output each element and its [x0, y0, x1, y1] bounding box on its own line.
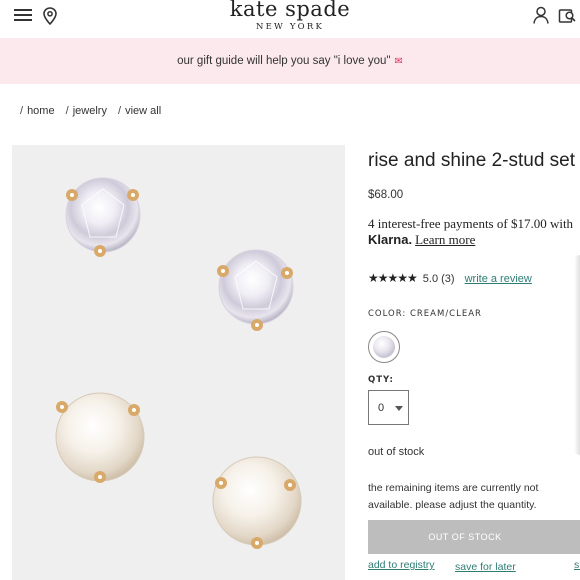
pearl-stud-1 [55, 392, 145, 483]
breadcrumb-view-all[interactable]: view all [125, 105, 161, 117]
klarna-logo: Klarna. [368, 232, 413, 247]
crystal-stud-2 [217, 249, 294, 331]
promo-banner[interactable]: our gift guide will help you say "i love… [0, 38, 580, 84]
crystal-stud-1 [65, 177, 141, 257]
side-panel-edge [574, 255, 580, 455]
promo-text: our gift guide will help you say "i love… [177, 55, 391, 67]
brand-subtitle: NEW YORK [255, 22, 324, 32]
product-rating: ★★★★★ 5.0 (3) write a review [368, 271, 532, 285]
breadcrumb: / home / jewelry / view all [20, 105, 162, 117]
swatch-crystal-icon [373, 336, 395, 358]
love-letter-icon: ✉ [394, 56, 403, 67]
shopping-bag-icon[interactable] [558, 6, 576, 24]
product-image[interactable] [12, 145, 345, 580]
klarna-text: 4 interest-free payments of $17.00 with [368, 216, 574, 231]
add-to-registry-link[interactable]: add to registry [368, 559, 435, 571]
secondary-actions: add to registry save for later sh [368, 559, 580, 573]
product-title: rise and shine 2-stud set [368, 150, 576, 171]
earrings-photo [55, 177, 302, 549]
breadcrumb-home[interactable]: home [27, 105, 55, 117]
breadcrumb-jewelry[interactable]: jewelry [73, 105, 107, 117]
color-label: COLOR: CREAM/CLEAR [368, 309, 482, 319]
star-rating-icon[interactable]: ★★★★★ [368, 271, 418, 285]
out-of-stock-button[interactable]: OUT OF STOCK [368, 520, 580, 554]
product-price: $68.00 [368, 189, 404, 201]
quantity-value: 0 [378, 402, 385, 414]
chevron-down-icon [395, 406, 403, 411]
brand-name: kate spade [229, 0, 351, 21]
qty-label: QTY: [368, 375, 394, 385]
site-header: kate spade NEW YORK [0, 0, 580, 38]
availability-message: the remaining items are currently not av… [368, 482, 539, 511]
write-review-link[interactable]: write a review [465, 273, 532, 285]
color-swatch-cream-clear[interactable] [368, 331, 400, 363]
save-for-later-link[interactable]: save for later [455, 561, 516, 573]
brand-logo[interactable]: kate spade NEW YORK [0, 0, 580, 32]
stock-status: out of stock [368, 446, 425, 458]
user-account-icon[interactable] [533, 6, 549, 24]
share-link[interactable]: sh [574, 559, 580, 571]
pearl-stud-2 [212, 456, 302, 549]
rating-value: 5.0 (3) [422, 273, 455, 285]
quantity-select[interactable]: 0 [368, 390, 409, 425]
klarna-installments: 4 interest-free payments of $17.00 with … [368, 216, 580, 248]
klarna-learn-more-link[interactable]: Learn more [415, 232, 475, 247]
